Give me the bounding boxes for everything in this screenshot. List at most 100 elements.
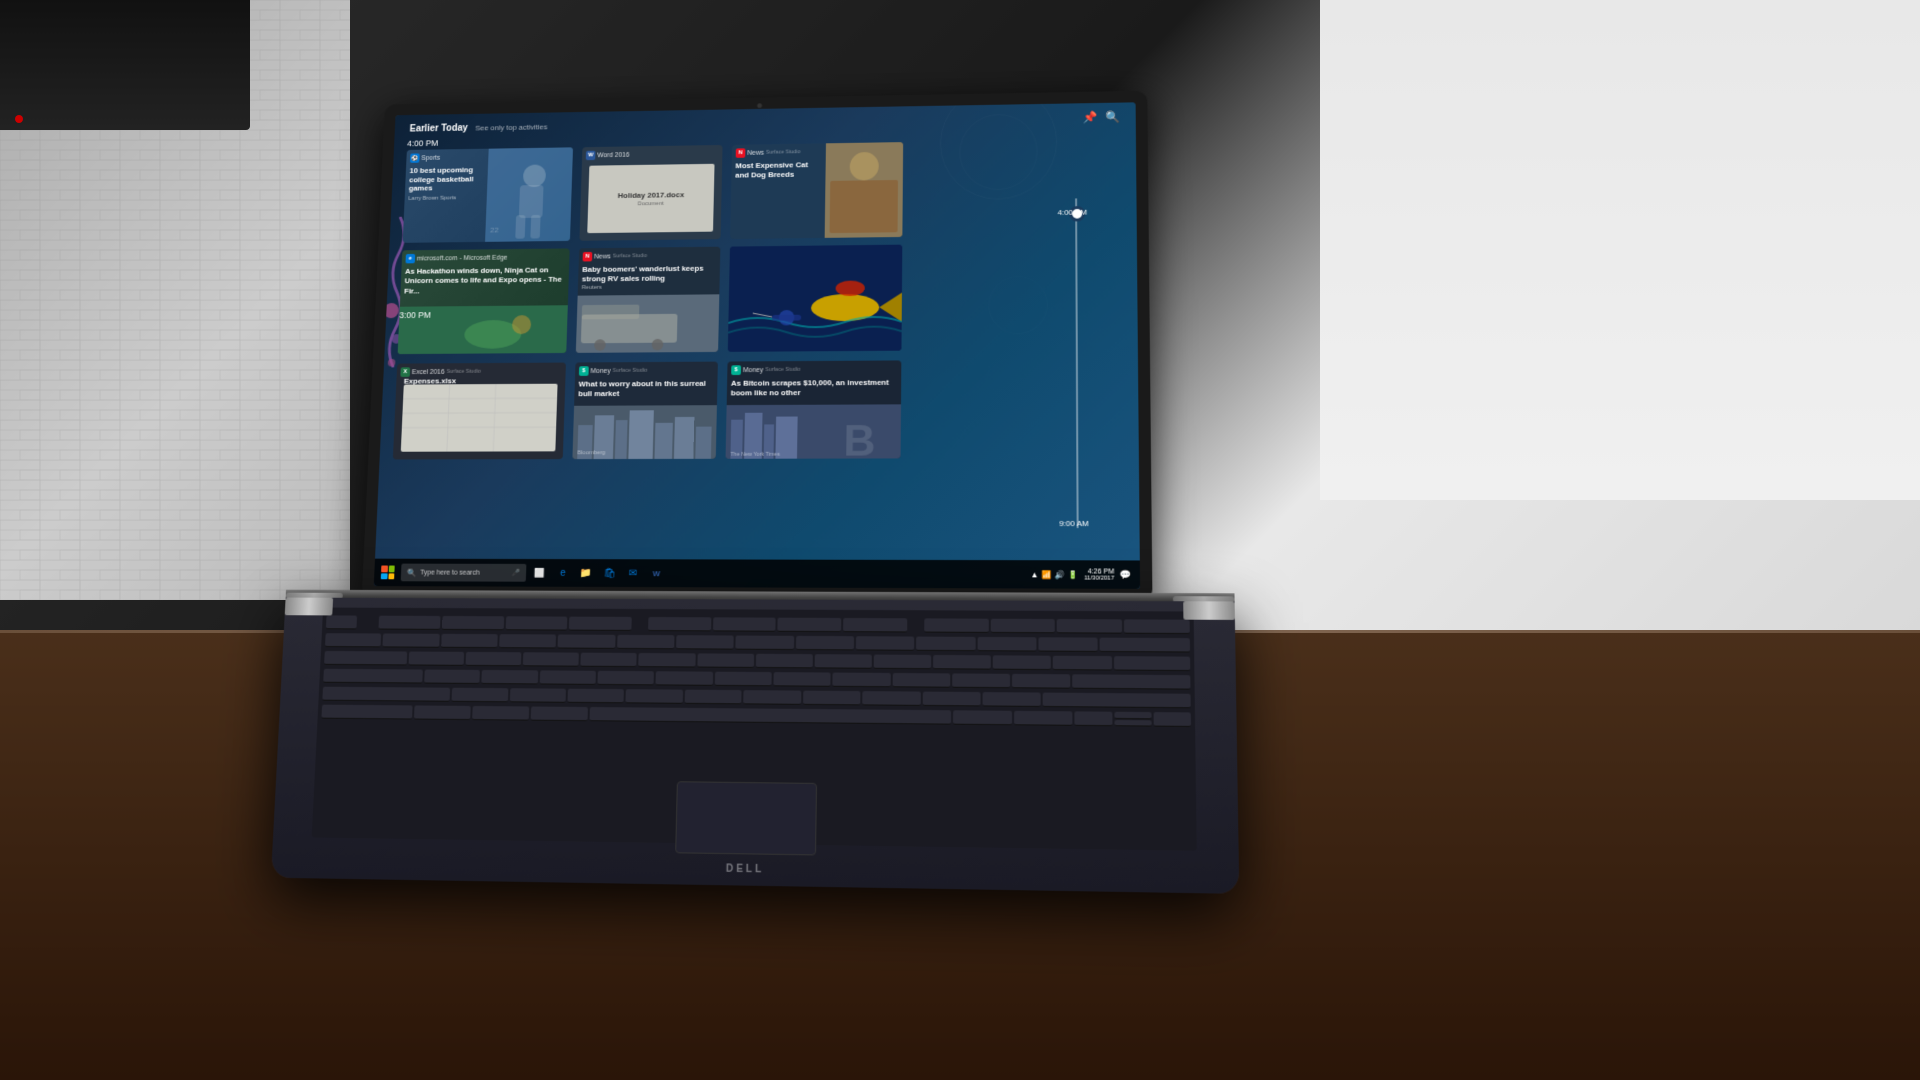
key-w[interactable] — [465, 652, 521, 666]
key-f5[interactable] — [648, 617, 711, 631]
key-space[interactable] — [589, 707, 950, 725]
key-a[interactable] — [424, 670, 480, 684]
volume-icon[interactable]: 🔊 — [1055, 570, 1065, 579]
key-3[interactable] — [499, 634, 556, 648]
taskbar-store-icon[interactable]: 🛍 — [600, 563, 620, 583]
key-escape[interactable] — [326, 615, 357, 629]
key-lbracket[interactable] — [993, 655, 1051, 670]
key-2[interactable] — [441, 634, 498, 648]
key-f4[interactable] — [569, 617, 632, 631]
key-minus[interactable] — [977, 637, 1036, 652]
taskbar-explorer-icon[interactable]: 📁 — [576, 563, 596, 583]
key-f[interactable] — [597, 671, 654, 686]
notifications-icon[interactable]: 💬 — [1120, 569, 1132, 580]
key-period[interactable] — [922, 692, 980, 707]
key-n[interactable] — [744, 690, 802, 705]
key-f12[interactable] — [1124, 619, 1190, 634]
key-enter[interactable] — [1073, 674, 1191, 689]
key-c[interactable] — [567, 689, 624, 704]
taskbar-clock[interactable]: 4:26 PM 11/30/2017 — [1084, 568, 1114, 581]
key-9[interactable] — [856, 636, 915, 651]
key-f8[interactable] — [843, 618, 907, 632]
key-slash[interactable] — [983, 692, 1042, 707]
key-7[interactable] — [736, 636, 794, 650]
key-down[interactable] — [1114, 719, 1151, 726]
start-button[interactable] — [378, 563, 398, 583]
card-rv[interactable]: N News Surface Studio Baby boomers' wand… — [576, 247, 721, 353]
key-y[interactable] — [697, 653, 754, 668]
key-o[interactable] — [874, 655, 932, 670]
key-x[interactable] — [509, 688, 566, 703]
wifi-icon[interactable]: 📶 — [1042, 570, 1052, 579]
key-b[interactable] — [685, 690, 742, 705]
card-money1[interactable]: $ Money Surface Studio What to worry abo… — [572, 362, 717, 460]
touchpad[interactable] — [675, 781, 817, 855]
key-right[interactable] — [1153, 712, 1191, 727]
key-f7[interactable] — [778, 618, 842, 632]
key-k[interactable] — [833, 673, 891, 688]
key-fn[interactable] — [414, 705, 471, 720]
key-tab[interactable] — [324, 651, 407, 665]
key-left[interactable] — [1075, 711, 1112, 726]
key-quote[interactable] — [1012, 674, 1070, 689]
see-activities-link[interactable]: See only top activities — [475, 122, 548, 132]
key-d[interactable] — [539, 670, 595, 684]
key-f1[interactable] — [378, 616, 440, 630]
card-sports[interactable]: ⚽ Sports 10 best upcoming college basket… — [403, 147, 573, 243]
key-f2[interactable] — [442, 616, 504, 630]
key-win[interactable] — [472, 706, 529, 721]
key-g[interactable] — [656, 671, 713, 686]
key-f11[interactable] — [1057, 619, 1122, 634]
key-lctrl[interactable] — [321, 705, 412, 720]
key-f9[interactable] — [924, 618, 988, 633]
key-m[interactable] — [803, 691, 861, 706]
key-q[interactable] — [408, 652, 464, 666]
key-ralt[interactable] — [953, 710, 1012, 725]
key-u[interactable] — [756, 654, 813, 669]
card-excel[interactable]: X Excel 2016 Surface Studio Expenses.xls… — [393, 363, 566, 460]
card-cats[interactable]: N News Surface Studio Most Expensive Cat… — [730, 142, 903, 239]
card-word[interactable]: W Word 2016 Holiday 2017.docx Document — [579, 145, 722, 241]
key-lshift[interactable] — [322, 687, 450, 702]
key-backtick[interactable] — [325, 633, 381, 647]
pin-icon[interactable]: 📌 — [1083, 111, 1098, 124]
key-rshift[interactable] — [1043, 693, 1191, 709]
search-icon[interactable]: 🔍 — [1105, 110, 1120, 124]
taskbar-mail-icon[interactable]: ✉ — [623, 563, 643, 583]
key-rctrl[interactable] — [1014, 711, 1073, 726]
key-i[interactable] — [814, 654, 871, 669]
key-t[interactable] — [639, 653, 696, 667]
key-8[interactable] — [796, 636, 854, 651]
key-f6[interactable] — [713, 617, 776, 631]
key-comma[interactable] — [862, 691, 920, 706]
key-s[interactable] — [482, 670, 538, 684]
taskbar-edge-icon[interactable]: e — [553, 563, 573, 583]
key-equals[interactable] — [1039, 637, 1099, 652]
key-semicolon[interactable] — [952, 673, 1010, 688]
key-h[interactable] — [714, 672, 771, 687]
key-l[interactable] — [892, 673, 950, 688]
key-f10[interactable] — [990, 619, 1055, 634]
key-rbracket[interactable] — [1053, 656, 1111, 671]
key-f3[interactable] — [505, 616, 567, 630]
key-0[interactable] — [917, 637, 976, 652]
key-p[interactable] — [933, 655, 991, 670]
key-lalt[interactable] — [531, 707, 588, 722]
key-up[interactable] — [1114, 712, 1151, 719]
key-caps[interactable] — [323, 669, 423, 684]
taskview-button[interactable]: ⬜ — [530, 563, 550, 583]
key-v[interactable] — [626, 689, 683, 704]
card-money2[interactable]: $ Money Surface Studio As Bitcoin scrape… — [726, 360, 902, 458]
key-4[interactable] — [558, 635, 615, 649]
card-edge[interactable]: e microsoft.com - Microsoft Edge As Hack… — [398, 248, 570, 354]
key-5[interactable] — [617, 635, 675, 649]
key-e[interactable] — [523, 652, 579, 666]
key-6[interactable] — [676, 635, 734, 649]
key-j[interactable] — [773, 672, 830, 687]
key-1[interactable] — [383, 633, 440, 647]
key-r[interactable] — [581, 653, 637, 667]
key-backslash[interactable] — [1114, 656, 1191, 671]
key-backspace[interactable] — [1100, 638, 1190, 653]
taskbar-word-icon[interactable]: W — [646, 563, 666, 583]
network-icon[interactable]: ▲ — [1031, 570, 1039, 579]
